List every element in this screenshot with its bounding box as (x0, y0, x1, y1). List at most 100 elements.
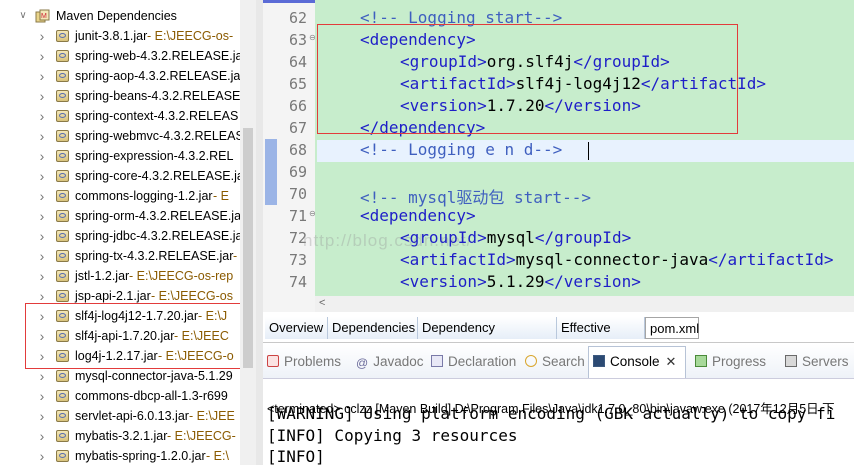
tree-item-jar[interactable]: › commons-logging-1.2.jar - E (0, 186, 256, 206)
chevron-right-icon[interactable]: › (37, 406, 47, 426)
chevron-right-icon[interactable]: › (37, 246, 47, 266)
line-number: 74 (288, 273, 307, 291)
tree-item-jar[interactable]: › slf4j-api-1.7.20.jar - E:\JEEC (0, 326, 256, 346)
tree-item-jar[interactable]: › spring-webmvc-4.3.2.RELEAS (0, 126, 256, 146)
view-tab-label: Problems (284, 354, 342, 369)
chevron-right-icon[interactable]: › (37, 446, 47, 465)
chevron-right-icon[interactable]: › (37, 166, 47, 186)
view-tab-label: Console (610, 354, 660, 369)
jar-path: - E:\JEE (189, 409, 235, 423)
jar-name: spring-context-4.3.2.RELEAS (75, 109, 239, 123)
console-view[interactable]: <terminated> cclzz [Maven Build] D:\Prog… (263, 379, 854, 465)
tree-scrollbar[interactable] (240, 0, 256, 465)
fold-toggle-icon[interactable]: ⊖ (309, 209, 316, 218)
chevron-down-icon[interactable]: ∨ (18, 6, 28, 26)
chevron-right-icon[interactable]: › (37, 346, 47, 366)
jar-path: - E:\JEECG-o (158, 349, 234, 363)
line-number: 67 (288, 119, 307, 137)
tree-item-jar[interactable]: › spring-beans-4.3.2.RELEASE (0, 86, 256, 106)
code-line[interactable]: <!-- Logging e n d--> (360, 140, 562, 159)
chevron-right-icon[interactable]: › (37, 306, 47, 326)
scroll-left-icon[interactable]: < (319, 297, 325, 309)
chevron-right-icon[interactable]: › (37, 106, 47, 126)
chevron-right-icon[interactable]: › (37, 226, 47, 246)
jar-name: log4j-1.2.17.jar (75, 349, 158, 363)
code-line[interactable]: <version>5.1.29</version> (400, 272, 641, 291)
xml-comment: <!-- Logging e n d--> (360, 140, 563, 159)
chevron-right-icon[interactable]: › (37, 266, 47, 286)
pom-tab-dependencies[interactable]: Dependencies (328, 317, 418, 339)
chevron-right-icon[interactable]: › (37, 326, 47, 346)
chevron-right-icon[interactable]: › (37, 126, 47, 146)
code-line[interactable]: <artifactId>mysql-connector-java</artifa… (400, 250, 833, 269)
tree-item-jar[interactable]: › mybatis-3.2.1.jar - E:\JEECG- (0, 426, 256, 446)
tree-item-jar[interactable]: › mybatis-spring-1.2.0.jar - E:\ (0, 446, 256, 465)
pane-divider[interactable] (256, 0, 263, 465)
view-tab-search[interactable]: Search (525, 352, 585, 372)
chevron-right-icon[interactable]: › (37, 86, 47, 106)
jar-icon (56, 230, 69, 242)
chevron-right-icon[interactable]: › (37, 46, 47, 66)
pom-tab-dependency-hierarchy[interactable]: Dependency Hierarchy (418, 317, 557, 357)
pom-tab-effective-pom[interactable]: Effective POM (557, 317, 645, 357)
tree-item-jar[interactable]: › mysql-connector-java-5.1.29 (0, 366, 256, 386)
line-number: 72 (288, 229, 307, 247)
pom-xml-editor[interactable]: 62 63 ⊖ 64 65 66 67 68 69 70 71 ⊖ 72 73 74 http://blog… (263, 0, 854, 312)
jar-name: mysql-connector-java-5.1.29 (75, 369, 233, 383)
editor-horizontal-scrollbar[interactable]: < (315, 296, 854, 312)
view-tab-progress[interactable]: Progress (695, 352, 766, 372)
tree-root[interactable]: ∨ M Maven Dependencies (0, 6, 256, 26)
xml-tag: </groupId> (534, 228, 632, 247)
tree-item-jar[interactable]: › jstl-1.2.jar - E:\JEECG-os-rep (0, 266, 256, 286)
chevron-right-icon[interactable]: › (37, 26, 47, 46)
view-tab-label: Servers (802, 354, 849, 369)
tree-item-jar[interactable]: › spring-web-4.3.2.RELEASE.ja (0, 46, 256, 66)
jar-path: - E (213, 189, 229, 203)
jar-name: slf4j-api-1.7.20.jar (75, 329, 175, 343)
chevron-right-icon[interactable]: › (37, 426, 47, 446)
chevron-right-icon[interactable]: › (37, 186, 47, 206)
xml-tag: <groupId> (400, 228, 487, 247)
chevron-right-icon[interactable]: › (37, 206, 47, 226)
pom-tab-pom-xml[interactable]: pom.xml (645, 317, 699, 339)
code-line[interactable]: <!-- mysql驱动包 start--> (360, 184, 591, 208)
tree-item-jar[interactable]: › spring-core-4.3.2.RELEASE.ja (0, 166, 256, 186)
search-icon (525, 355, 537, 367)
view-tab-problems[interactable]: Problems (267, 352, 341, 372)
jar-icon (56, 250, 69, 262)
tree-item-jar[interactable]: › spring-expression-4.3.2.REL (0, 146, 256, 166)
tree-item-jar[interactable]: › spring-context-4.3.2.RELEAS (0, 106, 256, 126)
tree-item-jar[interactable]: › log4j-1.2.17.jar - E:\JEECG-o (0, 346, 256, 366)
xml-tag: <version> (400, 272, 487, 291)
chevron-right-icon[interactable]: › (37, 286, 47, 306)
tree-root-label: Maven Dependencies (56, 9, 177, 23)
maven-dependencies-tree[interactable]: ∨ M Maven Dependencies › junit-3.8.1.jar … (0, 0, 256, 465)
chevron-right-icon[interactable]: › (37, 146, 47, 166)
tree-item-jar[interactable]: › spring-jdbc-4.3.2.RELEASE.ja (0, 226, 256, 246)
tree-item-jar[interactable]: › jsp-api-2.1.jar - E:\JEECG-os (0, 286, 256, 306)
code-line[interactable]: <groupId>mysql</groupId> (400, 228, 631, 247)
jar-icon (56, 170, 69, 182)
view-tab-servers[interactable]: Servers (785, 352, 849, 372)
jar-name: slf4j-log4j12-1.7.20.jar (75, 309, 198, 323)
fold-toggle-icon[interactable]: ⊖ (309, 33, 316, 42)
tree-item-jar[interactable]: › servlet-api-6.0.13.jar - E:\JEE (0, 406, 256, 426)
tree-item-jar[interactable]: › junit-3.8.1.jar - E:\JEECG-os- (0, 26, 256, 46)
tree-item-jar[interactable]: › slf4j-log4j12-1.7.20.jar - E:\J (0, 306, 256, 326)
pom-tab-overview[interactable]: Overview (265, 317, 328, 339)
tree-scrollbar-thumb[interactable] (243, 128, 253, 368)
close-icon[interactable]: ✕ (666, 354, 677, 369)
chevron-right-icon[interactable]: › (37, 366, 47, 386)
view-tab-console[interactable]: Console ✕ (593, 352, 676, 372)
view-tab-javadoc[interactable]: @ Javadoc (356, 352, 423, 372)
library-icon: M (35, 9, 51, 23)
chevron-right-icon[interactable]: › (37, 386, 47, 406)
tree-item-jar[interactable]: › commons-dbcp-all-1.3-r699 (0, 386, 256, 406)
view-tab-declaration[interactable]: Declaration (431, 352, 516, 372)
tree-item-jar[interactable]: › spring-tx-4.3.2.RELEASE.jar - (0, 246, 256, 266)
jar-name: spring-web-4.3.2.RELEASE.ja (75, 49, 243, 63)
code-line[interactable]: <dependency> (360, 206, 476, 225)
tree-item-jar[interactable]: › spring-orm-4.3.2.RELEASE.ja (0, 206, 256, 226)
tree-item-jar[interactable]: › spring-aop-4.3.2.RELEASE.ja (0, 66, 256, 86)
chevron-right-icon[interactable]: › (37, 66, 47, 86)
